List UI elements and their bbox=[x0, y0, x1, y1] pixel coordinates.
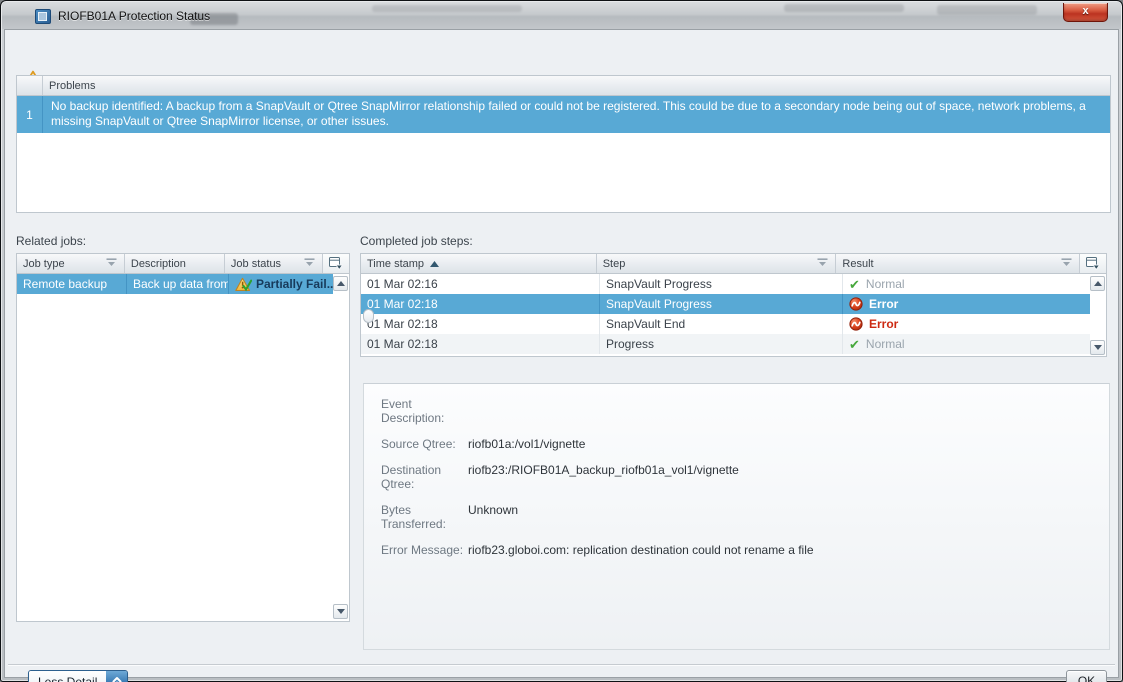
error-icon bbox=[849, 317, 863, 331]
scroll-down-button[interactable] bbox=[1090, 340, 1105, 355]
column-chooser-button[interactable] bbox=[1080, 254, 1106, 273]
related-job-row[interactable]: Remote backup Back up data from... Parti… bbox=[17, 274, 333, 294]
step-cell: SnapVault End bbox=[600, 314, 843, 334]
close-button[interactable]: x bbox=[1063, 3, 1108, 22]
ok-button[interactable]: OK bbox=[1066, 670, 1107, 682]
scroll-down-button[interactable] bbox=[333, 604, 348, 619]
related-jobs-grid: Job type Description Job status Remote b… bbox=[16, 253, 350, 622]
col-header-job-status[interactable]: Job status bbox=[225, 254, 324, 273]
scrollbar-thumb[interactable] bbox=[363, 309, 374, 323]
collapse-chevrons-icon bbox=[106, 671, 128, 682]
filter-icon[interactable] bbox=[816, 257, 829, 270]
time-cell: 01 Mar 02:18 bbox=[361, 314, 600, 334]
less-detail-button[interactable]: Less Detail bbox=[28, 670, 129, 682]
step-row-selected[interactable]: 01 Mar 02:18 SnapVault Progress Error bbox=[361, 294, 1090, 314]
result-text: Error bbox=[869, 317, 899, 331]
completed-steps-label: Completed job steps: bbox=[360, 234, 473, 248]
problem-text: No backup identified: A backup from a Sn… bbox=[51, 99, 1086, 128]
result-cell: ✔ Normal bbox=[843, 334, 1090, 354]
result-cell: Error bbox=[843, 294, 1090, 314]
col-header-step[interactable]: Step bbox=[597, 254, 837, 273]
problem-row[interactable]: 1 No backup identified: A backup from a … bbox=[17, 96, 1110, 133]
dialog-content: Job Failure Problems 1 No backup identif… bbox=[4, 29, 1119, 682]
footer-divider bbox=[8, 664, 1115, 666]
error-icon bbox=[849, 297, 863, 311]
partially-failed-icon bbox=[235, 277, 252, 292]
col-header-job-type[interactable]: Job type bbox=[17, 254, 125, 273]
result-text: Normal bbox=[865, 337, 905, 351]
problems-grid: Problems 1 No backup identified: A backu… bbox=[16, 75, 1111, 213]
step-row[interactable]: 01 Mar 02:16 SnapVault Progress ✔ Normal bbox=[361, 274, 1090, 294]
job-type-cell: Remote backup bbox=[17, 274, 127, 294]
problem-row-number: 1 bbox=[17, 96, 43, 133]
step-cell: SnapVault Progress bbox=[600, 294, 843, 314]
detail-label: Source Qtree: bbox=[381, 437, 456, 451]
normal-check-icon: ✔ bbox=[849, 276, 860, 292]
glass-artifact bbox=[784, 4, 904, 12]
col-header-description[interactable]: Description bbox=[125, 254, 225, 273]
detail-value: Unknown bbox=[468, 503, 519, 517]
detail-label: Event Description: bbox=[381, 397, 445, 425]
detail-label: Destination Qtree: bbox=[381, 463, 442, 491]
col-header-time-stamp[interactable]: Time stamp bbox=[361, 254, 597, 273]
sort-asc-icon bbox=[430, 258, 440, 270]
problems-column-header[interactable]: Problems bbox=[43, 76, 1110, 95]
protection-status-dialog: RIOFB01A Protection Status x Job Failure… bbox=[0, 0, 1123, 682]
related-jobs-label: Related jobs: bbox=[16, 234, 87, 248]
time-cell: 01 Mar 02:18 bbox=[361, 334, 600, 354]
detail-value: riofb01a:/vol1/vignette bbox=[468, 437, 586, 451]
normal-check-icon: ✔ bbox=[849, 336, 860, 352]
job-description-cell: Back up data from... bbox=[127, 274, 229, 294]
event-details-panel: Event Description: Source Qtree: riofb01a… bbox=[363, 383, 1110, 650]
time-cell: 01 Mar 02:18 bbox=[361, 294, 600, 314]
time-cell: 01 Mar 02:16 bbox=[361, 274, 600, 294]
job-status-cell: Partially Fail... bbox=[229, 274, 333, 294]
col-header-result[interactable]: Result bbox=[836, 254, 1080, 273]
column-chooser-button[interactable] bbox=[323, 254, 350, 273]
detail-value: riofb23:/RIOFB01A_backup_riofb01a_vol1/v… bbox=[468, 463, 739, 477]
result-text: Normal bbox=[865, 277, 905, 291]
filter-icon[interactable] bbox=[105, 257, 118, 270]
screen: RIOFB01A Protection Status x Job Failure… bbox=[0, 0, 1123, 682]
detail-label: Error Message: bbox=[381, 543, 464, 557]
problems-rownum-header bbox=[17, 76, 43, 95]
detail-label: Bytes Transferred: bbox=[381, 503, 446, 531]
step-row[interactable]: 01 Mar 02:18 Progress ✔ Normal bbox=[361, 334, 1090, 354]
title-bar[interactable]: RIOFB01A Protection Status x bbox=[2, 2, 1121, 29]
glass-artifact bbox=[372, 5, 522, 12]
result-text: Error bbox=[869, 297, 899, 311]
job-status-text: Partially Fail... bbox=[256, 277, 333, 291]
scroll-up-button[interactable] bbox=[333, 276, 348, 291]
result-cell: Error bbox=[843, 314, 1090, 334]
step-cell: Progress bbox=[600, 334, 843, 354]
step-row[interactable]: 01 Mar 02:18 SnapVault End Error bbox=[361, 314, 1090, 334]
filter-icon[interactable] bbox=[1060, 257, 1073, 270]
app-icon bbox=[35, 9, 51, 24]
less-detail-label: Less Detail bbox=[29, 671, 107, 682]
step-cell: SnapVault Progress bbox=[600, 274, 843, 294]
scroll-up-button[interactable] bbox=[1090, 276, 1105, 291]
completed-steps-grid: Time stamp Step Result 01 Mar 02:16 Snap… bbox=[360, 253, 1107, 357]
glass-artifact bbox=[937, 5, 1037, 15]
filter-icon[interactable] bbox=[303, 257, 316, 270]
result-cell: ✔ Normal bbox=[843, 274, 1090, 294]
window-title: RIOFB01A Protection Status bbox=[58, 9, 211, 23]
detail-value: riofb23.globoi.com: replication destinat… bbox=[468, 543, 814, 557]
